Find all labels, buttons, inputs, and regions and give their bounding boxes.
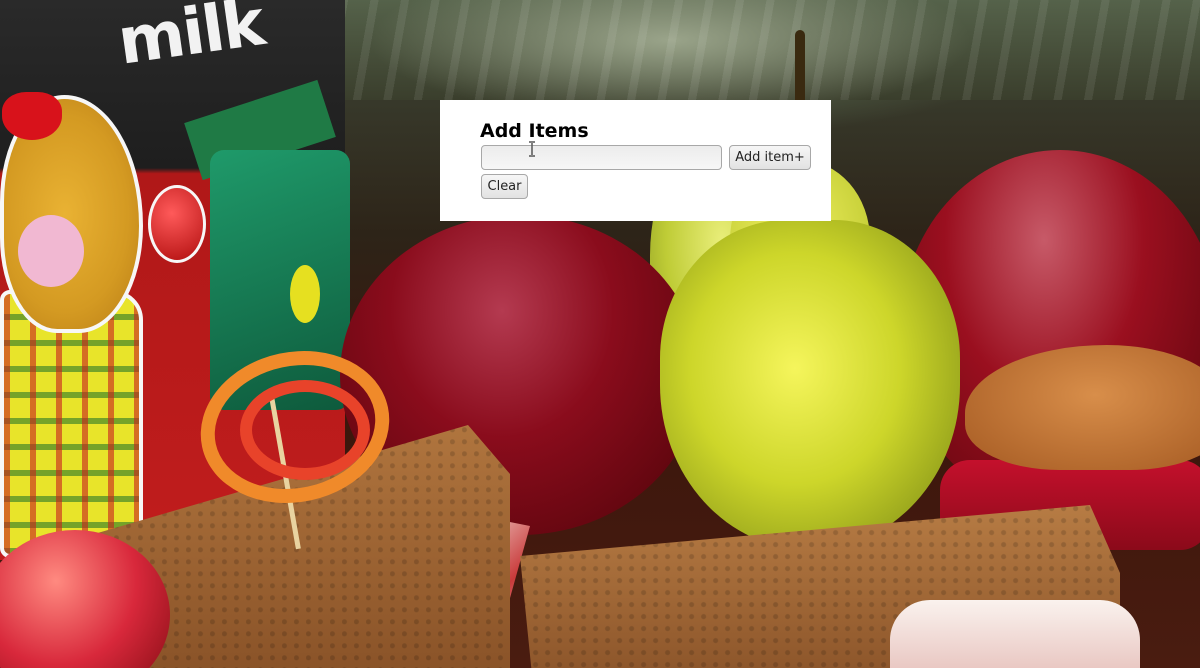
lunchbox-button: [290, 265, 320, 323]
bear-muzzle-shape: [18, 215, 84, 287]
bear-apple-shape: [148, 185, 206, 263]
panel-title: Add Items: [480, 120, 589, 142]
sandwich-right-filling: [890, 600, 1140, 668]
add-item-button[interactable]: Add item+: [729, 145, 811, 170]
carrot-ribbon-inner: [240, 380, 370, 480]
add-items-panel: Add Items Add item+ Clear: [440, 100, 831, 221]
item-input[interactable]: [481, 145, 722, 170]
bear-bow-shape: [2, 92, 62, 140]
clear-button[interactable]: Clear: [481, 174, 528, 199]
plastic-bag-shape: [340, 0, 1200, 100]
pear-front-shape: [660, 220, 960, 550]
